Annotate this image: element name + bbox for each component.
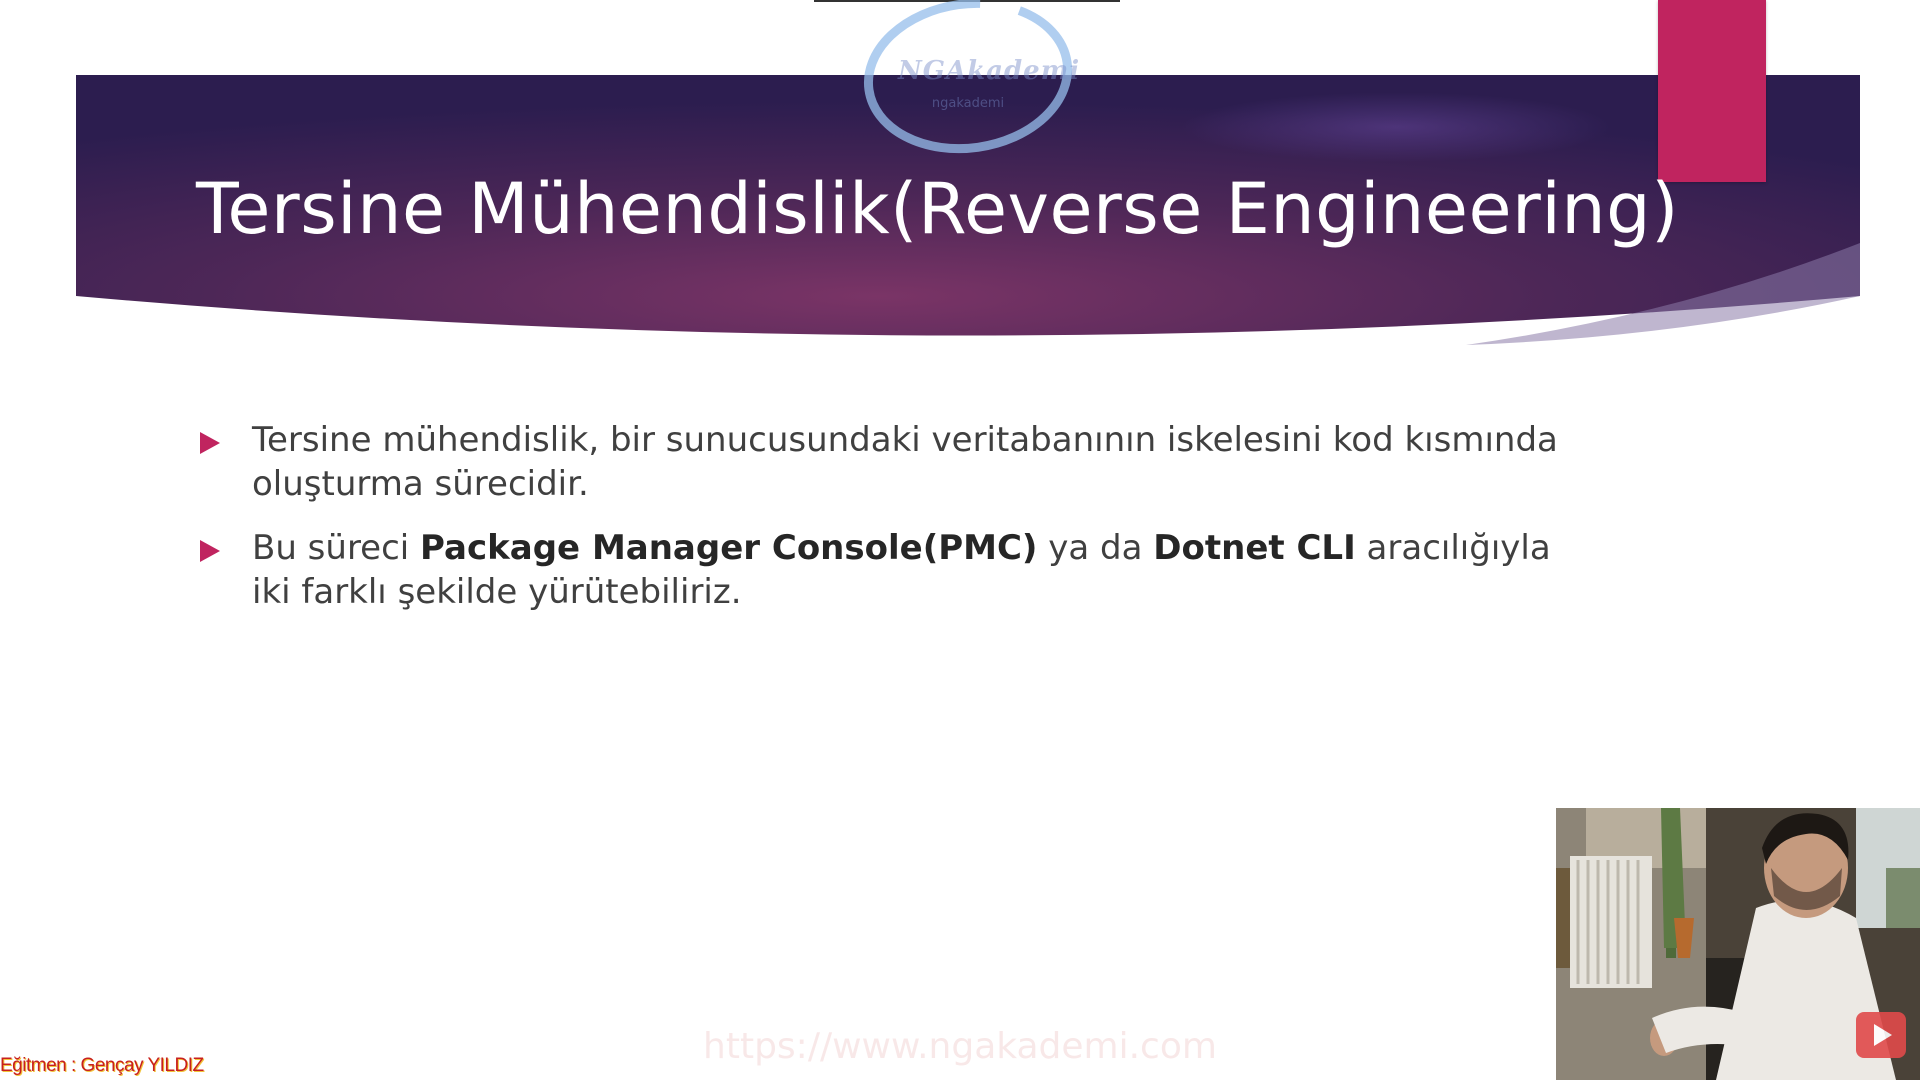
accent-tab [1658,0,1766,182]
play-icon[interactable] [1856,1012,1906,1058]
slide-title: Tersine Mühendislik(Reverse Engineering) [196,168,1679,250]
logo-text: NGAkademi [898,56,1081,86]
bullet-text: Tersine mühendislik, bir sunucusundaki v… [252,420,1558,504]
bullet-list: Tersine mühendislik, bir sunucusundaki v… [196,418,1596,634]
ngakademi-logo: NGAkademi ngakademi [852,0,1081,156]
bullet-item: Bu süreci Package Manager Console(PMC) y… [196,526,1596,614]
presentation-slide: NGAkademi ngakademi Tersine Mühendislik(… [0,0,1920,1080]
bullet-text-part: Bu süreci [252,528,421,568]
instructor-label: Eğitmen : Gençay YILDIZ [0,1055,204,1076]
logo-subtext: ngakademi [931,96,1005,111]
website-watermark: https://www.ngakademi.com [703,1026,1217,1067]
bullet-bold-pmc: Package Manager Console(PMC) [420,528,1038,568]
bullet-item: Tersine mühendislik, bir sunucusundaki v… [196,418,1596,506]
bullet-bold-cli: Dotnet CLI [1153,528,1356,568]
triangle-right-icon [200,540,220,562]
triangle-right-icon [200,432,220,454]
bullet-text-part: ya da [1037,528,1154,568]
webcam-overlay [1556,808,1920,1080]
